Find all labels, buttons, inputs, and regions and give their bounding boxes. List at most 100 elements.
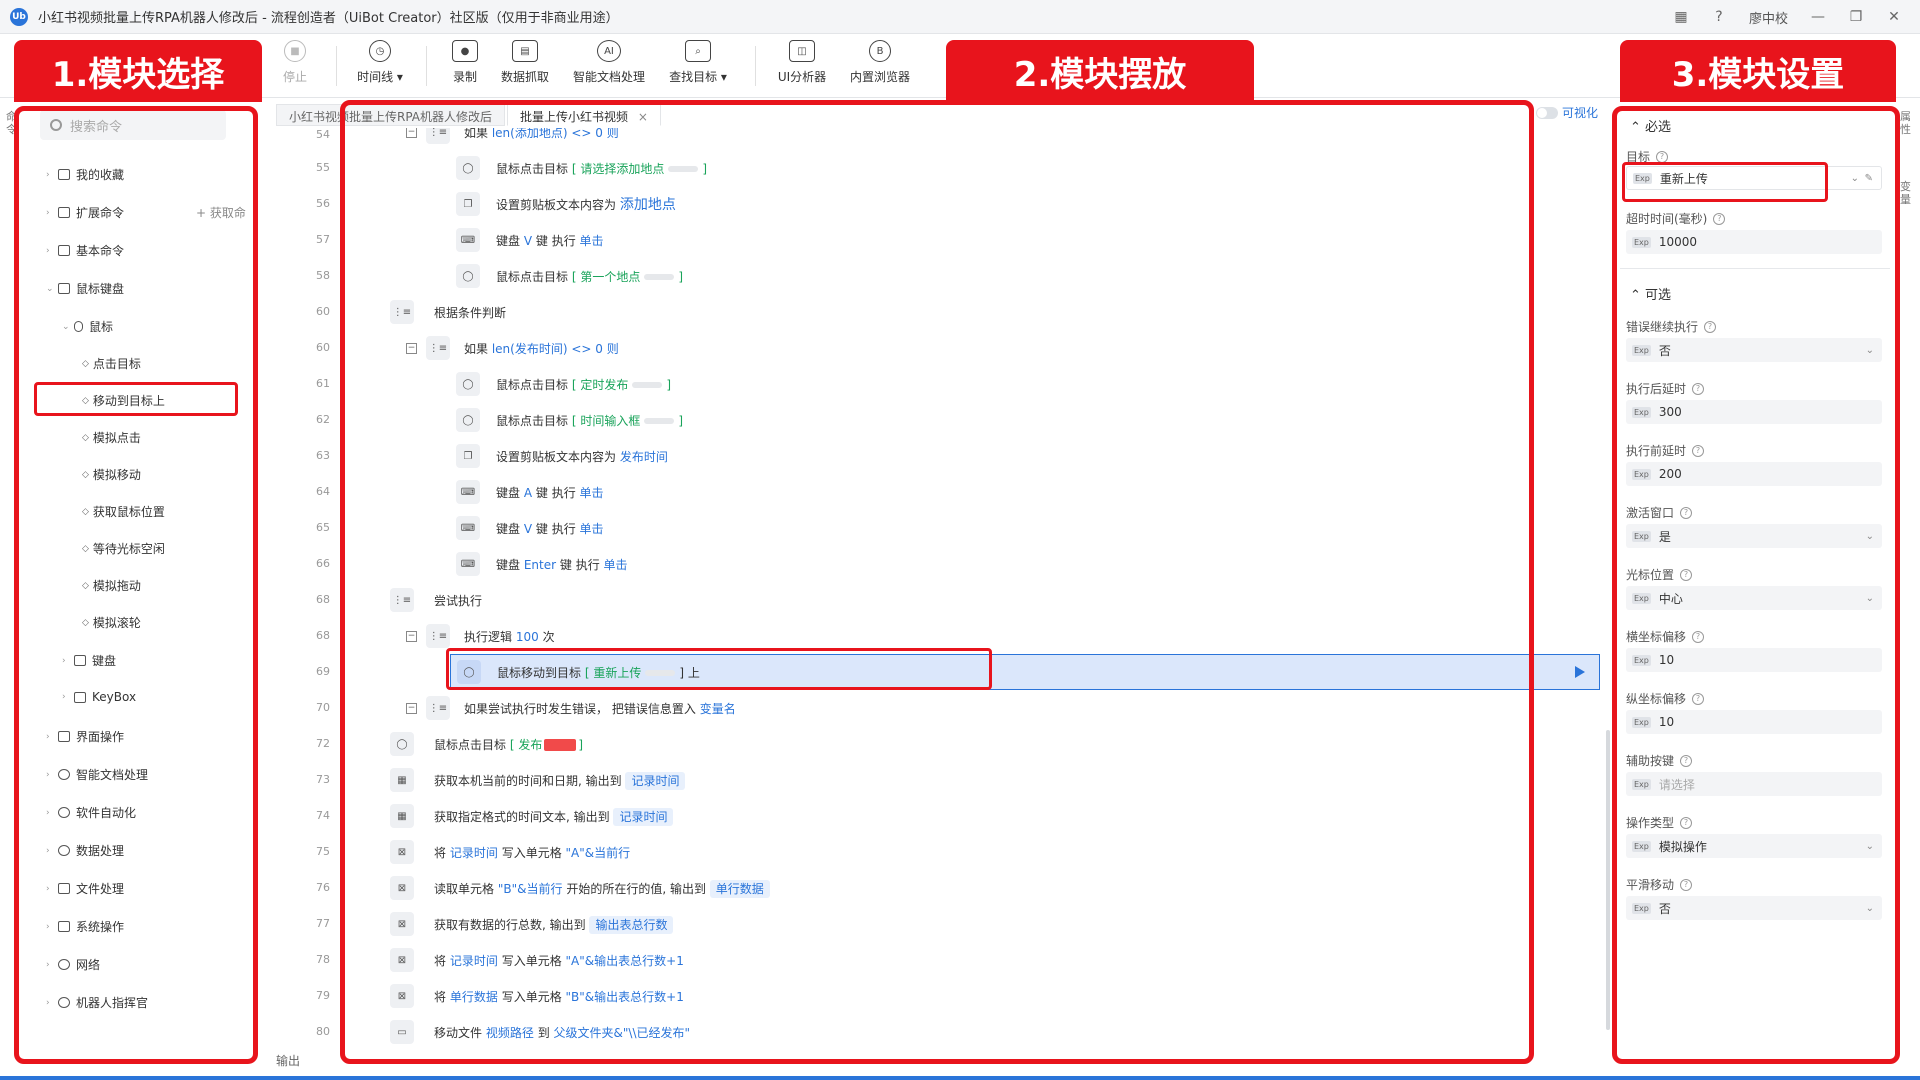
continue-on-error-select[interactable]: Exp 否 ⌄ (1626, 338, 1882, 362)
tree-item-click-target[interactable]: ◇ 点击目标 (82, 355, 141, 372)
tree-item-move-to-target[interactable]: ◇ 移动到目标上 (82, 392, 165, 409)
flow-step[interactable]: ▦ 获取本机当前的时间和日期, 输出到 记录时间 (334, 762, 1604, 798)
edit-icon[interactable]: ✎ (1865, 173, 1873, 184)
flow-step[interactable]: ▭ 移动文件 视频路径 到 父级文件夹&"\\已经发布" (334, 1014, 1604, 1050)
flow-step[interactable]: ⊠ 读取单元格 "B"&当前行 开始的所在行的值, 输出到 单行数据 (334, 870, 1604, 906)
find-target-button[interactable]: ⌕ 查找目标 ▾ (658, 40, 738, 85)
tree-item-software-automation[interactable]: › 软件自动化 (46, 804, 136, 821)
get-commands-button[interactable]: + 获取命 (196, 204, 246, 221)
tree-item-wait-cursor-idle[interactable]: ◇ 等待光标空闲 (82, 540, 165, 557)
flow-step[interactable]: ⊠ 将 单行数据 写入单元格 "B"&输出表总行数+1 (334, 978, 1604, 1014)
help-icon[interactable]: ? (1713, 212, 1726, 225)
flow-step[interactable]: ◯ 鼠标点击目标 [ 时间输入框] (334, 402, 1604, 438)
grid-icon[interactable]: ▦ (1673, 9, 1689, 25)
properties-side-tab[interactable]: 属性 (1900, 110, 1912, 136)
flow-step[interactable]: ⌨ 键盘 V 键 执行 单击 (334, 510, 1604, 546)
ui-analyzer-button[interactable]: ◫ UI分析器 (762, 40, 842, 85)
search-input[interactable]: 搜索命令 (40, 110, 226, 140)
flow-step[interactable]: ⌨ 键盘 Enter 键 执行 单击 (334, 546, 1604, 582)
help-icon[interactable]: ? (1704, 320, 1717, 333)
tree-item-simulate-drag[interactable]: ◇ 模拟拖动 (82, 577, 141, 594)
flow-step[interactable]: ◯ 鼠标点击目标 [ 定时发布] (334, 366, 1604, 402)
chevron-down-icon[interactable]: ⌄ (1851, 173, 1859, 184)
timeline-button[interactable]: ◷ 时间线 ▾ (340, 40, 420, 85)
tree-item-simulate-wheel[interactable]: ◇ 模拟滚轮 (82, 614, 141, 631)
tree-item-basic[interactable]: › 基本命令 (46, 242, 124, 259)
tab-batch-upload[interactable]: 批量上传小红书视频 × (507, 104, 661, 126)
variables-side-tab[interactable]: 变量 (1900, 180, 1912, 206)
collapse-icon[interactable]: − (406, 342, 417, 354)
cursor-position-select[interactable]: Exp 中心 ⌄ (1626, 586, 1882, 610)
flow-step[interactable]: ▦ 获取指定格式的时间文本, 输出到 记录时间 (334, 798, 1604, 834)
tree-item-favorites[interactable]: › 我的收藏 (46, 166, 124, 183)
flow-step[interactable]: − ⋮≡ 如果 len(添加地点) <> 0 则 (334, 128, 1604, 150)
collapse-icon[interactable]: − (406, 128, 417, 138)
flow-step[interactable]: − ⋮≡ 如果 len(发布时间) <> 0 则 (334, 330, 1604, 366)
delay-after-field[interactable]: Exp 300 (1626, 400, 1882, 424)
editor-scrollbar[interactable] (1606, 730, 1610, 1030)
collapse-icon[interactable]: − (406, 630, 417, 642)
help-icon[interactable]: ? (1680, 754, 1693, 767)
output-panel-tab[interactable]: 输出 (276, 1052, 300, 1069)
builtin-browser-button[interactable]: B 内置浏览器 (840, 40, 920, 85)
tree-item-simulate-click[interactable]: ◇ 模拟点击 (82, 429, 141, 446)
tree-item-mouse-keyboard[interactable]: ⌄ 鼠标键盘 (46, 280, 124, 297)
tab-flow-main[interactable]: 小红书视频批量上传RPA机器人修改后 (276, 104, 506, 126)
close-icon[interactable]: ✕ (1886, 9, 1902, 25)
target-field[interactable]: Exp 重新上传 ⌄ ✎ (1626, 166, 1882, 190)
flow-step[interactable]: ◯ 鼠标点击目标 [ 请选择添加地点] (334, 150, 1604, 186)
toggle-switch[interactable] (1536, 106, 1558, 119)
tree-item-get-mouse-position[interactable]: ◇ 获取鼠标位置 (82, 503, 165, 520)
tree-item-extensions[interactable]: › 扩展命令 (46, 204, 124, 221)
help-icon[interactable]: ? (1680, 506, 1693, 519)
flow-step[interactable]: ❐ 设置剪贴板文本内容为 添加地点 (334, 186, 1604, 222)
play-icon[interactable] (1575, 666, 1585, 678)
tree-item-smart-doc[interactable]: › 智能文档处理 (46, 766, 148, 783)
required-section-title[interactable]: ⌃ 必选 (1630, 116, 1671, 135)
flow-step[interactable]: ❐ 设置剪贴板文本内容为 发布时间 (334, 438, 1604, 474)
optional-section-title[interactable]: ⌃ 可选 (1630, 284, 1671, 303)
aux-key-select[interactable]: Exp 请选择 (1626, 772, 1882, 796)
restore-icon[interactable]: ❐ (1848, 9, 1864, 25)
tree-item-robot-commander[interactable]: › 机器人指挥官 (46, 994, 148, 1011)
flow-step[interactable]: ⌨ 键盘 V 键 执行 单击 (334, 222, 1604, 258)
tree-item-keybox[interactable]: › KeyBox (62, 690, 136, 704)
help-icon[interactable]: ? (1692, 630, 1705, 643)
flow-step[interactable]: − ⋮≡ 执行逻辑 100 次 (334, 618, 1604, 654)
data-scrape-button[interactable]: ▤ 数据抓取 (485, 40, 565, 85)
tree-item-system-operations[interactable]: › 系统操作 (46, 918, 124, 935)
flow-step-selected[interactable]: ◯ 鼠标移动到目标 [ 重新上传] 上 (450, 654, 1600, 690)
commands-side-tab[interactable]: 命令 (6, 110, 18, 136)
help-icon[interactable]: ? (1711, 9, 1727, 25)
help-icon[interactable]: ? (1692, 382, 1705, 395)
tree-item-ui-operations[interactable]: › 界面操作 (46, 728, 124, 745)
collapse-icon[interactable]: − (406, 702, 417, 714)
stop-button[interactable]: ■ 停止 (255, 40, 335, 85)
op-type-select[interactable]: Exp 模拟操作 ⌄ (1626, 834, 1882, 858)
flow-step[interactable]: ⌨ 键盘 A 键 执行 单击 (334, 474, 1604, 510)
tree-item-mouse[interactable]: ⌄ 鼠标 (62, 318, 113, 335)
smooth-move-select[interactable]: Exp 否 ⌄ (1626, 896, 1882, 920)
timeout-field[interactable]: Exp 10000 (1626, 230, 1882, 254)
tree-item-simulate-move[interactable]: ◇ 模拟移动 (82, 466, 141, 483)
flow-step[interactable]: ◯ 鼠标点击目标 [ 第一个地点] (334, 258, 1604, 294)
user-name[interactable]: 廖中校 (1749, 8, 1788, 27)
flow-step[interactable]: ⊠ 将 记录时间 写入单元格 "A"&输出表总行数+1 (334, 942, 1604, 978)
flow-step[interactable]: ⋮≡ 根据条件判断 (334, 294, 1604, 330)
help-icon[interactable]: ? (1680, 816, 1693, 829)
tab-close-icon[interactable]: × (638, 110, 648, 124)
tree-item-network[interactable]: › 网络 (46, 956, 100, 973)
flow-step[interactable]: − ⋮≡ 如果尝试执行时发生错误， 把错误信息置入 变量名 (334, 690, 1604, 726)
help-icon[interactable]: ? (1656, 150, 1669, 163)
help-icon[interactable]: ? (1692, 692, 1705, 705)
flow-step[interactable]: ⋮≡ 尝试执行 (334, 582, 1604, 618)
delay-before-field[interactable]: Exp 200 (1626, 462, 1882, 486)
help-icon[interactable]: ? (1692, 444, 1705, 457)
offset-x-field[interactable]: Exp 10 (1626, 648, 1882, 672)
offset-y-field[interactable]: Exp 10 (1626, 710, 1882, 734)
flow-step[interactable]: ◯ 鼠标点击目标 [ 发布] (334, 726, 1604, 762)
visual-mode-toggle[interactable]: 可视化 (1536, 104, 1598, 121)
tree-item-keyboard[interactable]: › 键盘 (62, 652, 116, 669)
tree-item-data-processing[interactable]: › 数据处理 (46, 842, 124, 859)
flow-step[interactable]: ⊠ 获取有数据的行总数, 输出到 输出表总行数 (334, 906, 1604, 942)
